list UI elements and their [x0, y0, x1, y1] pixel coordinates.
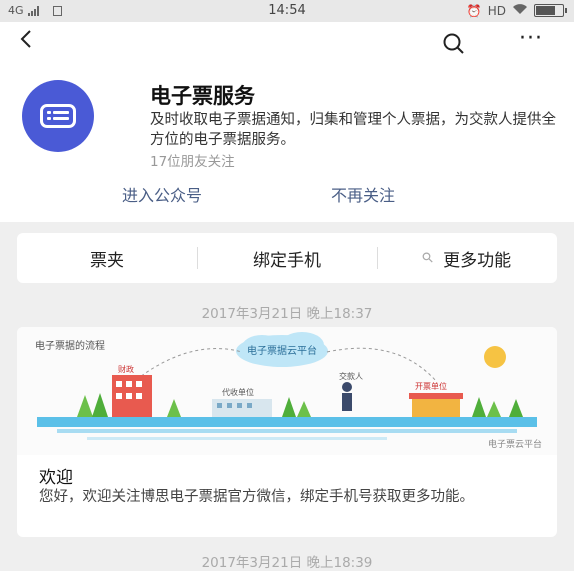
- avatar: [22, 80, 94, 152]
- cover-source: 电子票云平台: [488, 438, 542, 450]
- message-timestamp: 2017年3月21日 晚上18:39: [201, 555, 373, 571]
- enter-account-button[interactable]: 进入公众号: [122, 182, 202, 206]
- battery-fill: [536, 6, 555, 15]
- cover-collect-label: 代收单位: [222, 387, 254, 397]
- menu-item-label: 更多功能: [443, 250, 512, 271]
- message-cover-image: 电子票据云平台 电子票据的流程 财政 代收单位 开票单位 交款人 电子票云平台: [17, 327, 557, 455]
- account-description: 及时收取电子票据通知，归集和管理个人票据，为交款人提供全方位的电子票据服务。: [150, 112, 556, 148]
- search-icon[interactable]: [442, 32, 466, 60]
- followers-count: 17位朋友关注: [150, 154, 235, 170]
- cover-caption: 电子票据的流程: [35, 339, 105, 352]
- more-icon[interactable]: ···: [519, 26, 543, 51]
- cover-payer-label: 交款人: [339, 371, 363, 381]
- link-icon: ⚲: [418, 248, 438, 268]
- menu-bar: 票夹 绑定手机 ⚲ 更多功能: [17, 233, 557, 283]
- menu-item-ticket-folder[interactable]: 票夹: [17, 233, 197, 283]
- cover-cloud-label: 电子票据云平台: [247, 344, 317, 357]
- message-card[interactable]: 电子票据云平台 电子票据的流程 财政 代收单位 开票单位 交款人 电子票云平台 …: [17, 327, 557, 537]
- status-right: ⏰ HD: [466, 3, 567, 18]
- battery-icon: [534, 4, 567, 17]
- cover-finance-label: 财政: [118, 364, 134, 374]
- back-arrow-icon[interactable]: [18, 28, 34, 55]
- menu-item-more-functions[interactable]: ⚲ 更多功能: [377, 233, 557, 283]
- cover-unit-label: 开票单位: [415, 381, 447, 391]
- menu-item-label: 绑定手机: [253, 250, 321, 271]
- menu-item-label: 票夹: [90, 250, 124, 271]
- wifi-icon: [512, 3, 528, 18]
- account-header: ··· 电子票服务 及时收取电子票据通知，归集和管理个人票据，为交款人提供全方位…: [0, 22, 574, 222]
- unfollow-button[interactable]: 不再关注: [331, 182, 395, 206]
- menu-item-bind-phone[interactable]: 绑定手机: [197, 233, 377, 283]
- hd-label: HD: [487, 3, 506, 18]
- message-title: 欢迎: [39, 468, 73, 488]
- account-name: 电子票服务: [150, 84, 255, 108]
- alarm-icon: ⏰: [466, 3, 482, 18]
- status-bar: 4G 14:54 ⏰ HD: [0, 0, 574, 22]
- ticket-icon: [40, 104, 76, 128]
- message-body: 您好，欢迎关注博思电子票据官方微信，绑定手机号获取更多功能。: [39, 489, 474, 505]
- message-timestamp: 2017年3月21日 晚上18:37: [201, 306, 373, 322]
